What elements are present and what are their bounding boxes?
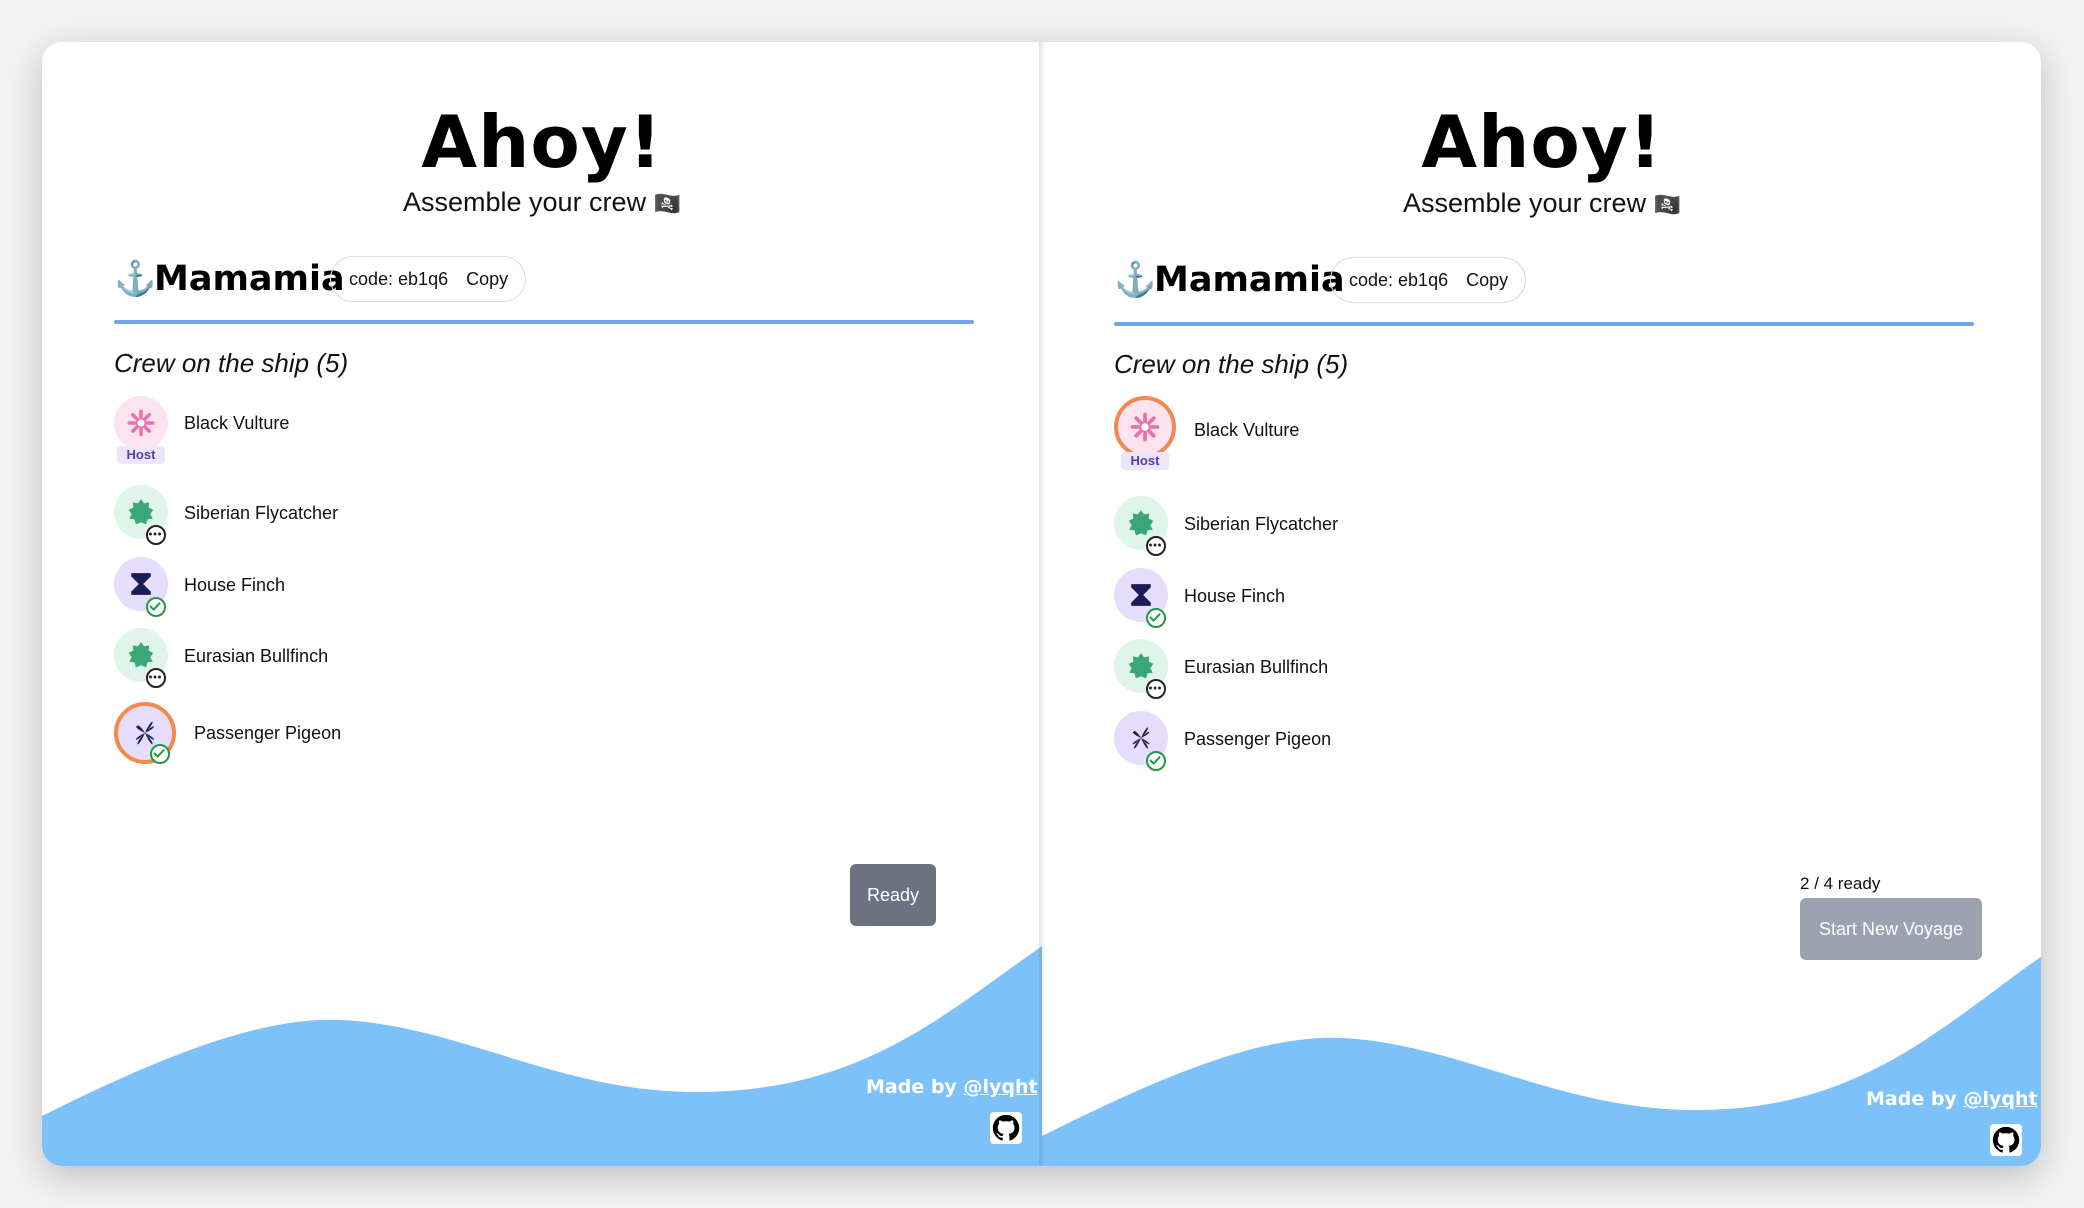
right-panel: Ahoy! Assemble your crew 🏴‍☠️ ⚓ Mamamia …: [1042, 42, 2041, 1166]
author-link[interactable]: @lyqht: [1963, 1088, 2037, 1110]
waiting-status-icon: [1146, 679, 1166, 699]
anchor-icon: ⚓: [114, 260, 157, 298]
ship-name: Mamamia: [1154, 260, 1345, 300]
crew-member-name: House Finch: [1184, 586, 1286, 606]
crew-member-name: Siberian Flycatcher: [184, 503, 339, 523]
pirate-flag-icon: 🏴‍☠️: [1653, 192, 1681, 217]
browser-window: Ahoy! Assemble your crew 🏴‍☠️ ⚓ Mamamia …: [42, 42, 2041, 1166]
panel-divider: [1039, 42, 1045, 1166]
waiting-status-icon: [146, 668, 166, 688]
header-divider: [114, 320, 974, 324]
crew-member-name: Black Vulture: [1194, 420, 1300, 440]
crew-member-name: Black Vulture: [184, 413, 290, 433]
copy-code-button[interactable]: Copy: [1466, 270, 1508, 291]
ready-check-icon: [1146, 608, 1166, 628]
footer-credit: Made by @lyqht: [1866, 1088, 2038, 1110]
ocean-wave: [42, 946, 1042, 1166]
crew-heading: Crew on the ship (5): [1114, 349, 1349, 379]
header-divider: [1114, 322, 1974, 326]
footer-made-by: Made by: [1866, 1088, 1957, 1110]
host-badge: Host: [117, 446, 165, 464]
crew-member-name: Passenger Pigeon: [1184, 729, 1332, 749]
github-icon[interactable]: [1990, 1124, 2022, 1156]
copy-code-button[interactable]: Copy: [466, 269, 508, 290]
author-link[interactable]: @lyqht: [963, 1076, 1037, 1098]
waiting-status-icon: [146, 525, 166, 545]
flower-icon: [114, 396, 168, 450]
crew-member-name: Eurasian Bullfinch: [184, 646, 329, 666]
pirate-flag-icon: 🏴‍☠️: [653, 191, 681, 216]
crew-member-name: Eurasian Bullfinch: [1184, 657, 1329, 677]
footer-made-by: Made by: [866, 1076, 957, 1098]
github-icon[interactable]: [990, 1112, 1022, 1144]
ocean-wave: [1042, 956, 2041, 1166]
room-code: code: eb1q6: [349, 268, 449, 289]
host-badge: Host: [1121, 452, 1169, 470]
crew-heading: Crew on the ship (5): [114, 348, 349, 378]
room-code-pill: code: eb1q6 Copy: [1330, 257, 1526, 303]
ship-name: Mamamia: [154, 259, 345, 299]
crew-member-name: House Finch: [184, 575, 286, 595]
ready-check-icon: [146, 597, 166, 617]
page-title: Ahoy!: [1421, 100, 1663, 184]
ready-button[interactable]: Ready: [850, 864, 936, 926]
ready-check-icon: [1146, 751, 1166, 771]
subtitle-text: Assemble your crew: [1402, 188, 1647, 218]
left-panel: Ahoy! Assemble your crew 🏴‍☠️ ⚓ Mamamia …: [42, 42, 1042, 1166]
ready-count: 2 / 4 ready: [1800, 874, 1881, 893]
page-title: Ahoy!: [421, 100, 663, 184]
crew-member-name: Passenger Pigeon: [194, 723, 342, 743]
waiting-status-icon: [1146, 536, 1166, 556]
crew-member-name: Siberian Flycatcher: [1184, 514, 1339, 534]
flower-icon: [1114, 396, 1176, 458]
ready-check-icon: [150, 744, 170, 764]
page-subtitle: Assemble your crew 🏴‍☠️: [42, 187, 1042, 218]
room-code-pill: code: eb1q6 Copy: [330, 256, 526, 302]
page-subtitle: Assemble your crew 🏴‍☠️: [1042, 188, 2041, 219]
room-code: code: eb1q6: [1349, 269, 1449, 290]
anchor-icon: ⚓: [1114, 261, 1157, 299]
subtitle-text: Assemble your crew: [402, 187, 647, 217]
footer-credit: Made by @lyqht: [866, 1076, 1038, 1098]
